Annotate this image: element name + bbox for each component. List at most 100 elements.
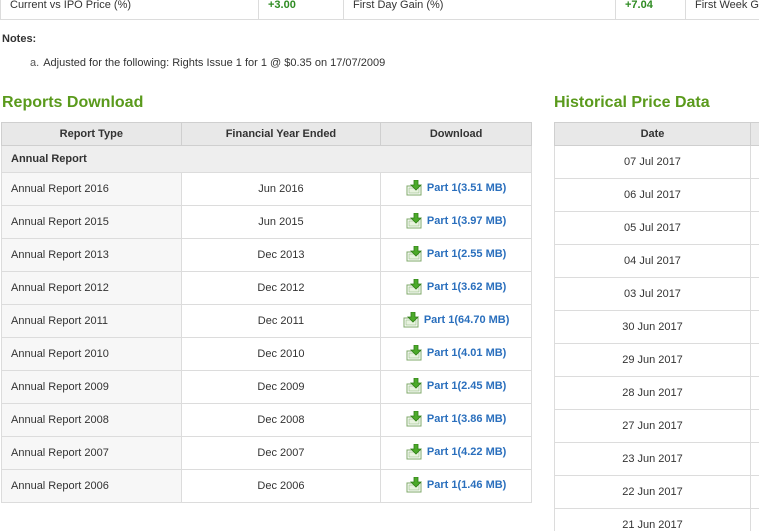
- download-cell: Part 1(3.97 MB): [380, 205, 532, 239]
- table-row: Annual Report 2006 Dec 2006 Part 1(1.46 MB…: [1, 469, 532, 503]
- table-row: 21 Jun 2017: [554, 508, 759, 531]
- download-arrow-icon: [406, 344, 422, 360]
- date-cell: 06 Jul 2017: [554, 178, 751, 212]
- date-cell: 30 Jun 2017: [554, 310, 751, 344]
- stats-strip: Current vs IPO Price (%) +3.00 First Day…: [0, 0, 759, 20]
- financial-year-cell: Dec 2011: [180, 304, 382, 338]
- report-type-cell: Annual Report 2016: [1, 172, 182, 206]
- financial-year-cell: Dec 2009: [180, 370, 382, 404]
- download-link[interactable]: Part 1(3.86 MB): [406, 410, 506, 427]
- next-col-cell: [750, 376, 759, 410]
- next-col-cell: [750, 178, 759, 212]
- header-date: Date: [554, 122, 751, 146]
- next-col-cell: [750, 277, 759, 311]
- historical-table: Date 07 Jul 2017 06 Jul 2017 05 Jul 2017 04…: [554, 122, 759, 531]
- historical-header-row: Date: [554, 122, 759, 146]
- table-row: Annual Report 2008 Dec 2008 Part 1(3.86 MB…: [1, 403, 532, 437]
- financial-year-cell: Dec 2010: [180, 337, 382, 371]
- note-marker: a.: [30, 57, 40, 69]
- header-next-col: [750, 122, 759, 146]
- financial-year-cell: Jun 2015: [180, 205, 382, 239]
- download-link-label: Part 1(2.45 MB): [426, 379, 507, 392]
- table-row: Annual Report 2013 Dec 2013 Part 1(2.55 MB…: [1, 238, 532, 272]
- financial-year-cell: Dec 2012: [180, 271, 382, 305]
- first-day-gain-label: First Day Gain (%): [343, 0, 615, 20]
- download-link[interactable]: Part 1(1.46 MB): [406, 476, 506, 493]
- group-row: Annual Report: [1, 145, 532, 173]
- header-financial-year: Financial Year Ended: [180, 122, 382, 146]
- report-type-cell: Annual Report 2008: [1, 403, 182, 437]
- date-cell: 23 Jun 2017: [554, 442, 751, 476]
- next-col-cell: [750, 211, 759, 245]
- download-arrow-icon: [406, 410, 422, 426]
- download-link[interactable]: Part 1(64.70 MB): [403, 311, 509, 328]
- report-type-cell: Annual Report 2006: [1, 469, 182, 503]
- financial-year-cell: Jun 2016: [180, 172, 382, 206]
- download-cell: Part 1(3.86 MB): [380, 403, 532, 437]
- first-day-gain-value: +7.04: [615, 0, 685, 20]
- download-link-label: Part 1(3.51 MB): [426, 181, 507, 194]
- table-row: 30 Jun 2017: [554, 310, 759, 344]
- download-link-label: Part 1(4.01 MB): [426, 346, 507, 359]
- date-cell: 29 Jun 2017: [554, 343, 751, 377]
- download-link[interactable]: Part 1(2.45 MB): [406, 377, 507, 394]
- table-row: Annual Report 2011 Dec 2011 Part 1(64.70 M…: [1, 304, 532, 338]
- next-col-cell: [750, 442, 759, 476]
- next-col-cell: [750, 409, 759, 443]
- download-arrow-icon: [406, 179, 422, 195]
- reports-download-title: Reports Download: [2, 94, 144, 111]
- table-row: 23 Jun 2017: [554, 442, 759, 476]
- download-link-label: Part 1(4.22 MB): [426, 445, 507, 458]
- download-cell: Part 1(64.70 MB): [380, 304, 532, 338]
- table-row: 06 Jul 2017: [554, 178, 759, 212]
- table-row: 28 Jun 2017: [554, 376, 759, 410]
- next-col-cell: [750, 310, 759, 344]
- download-arrow-icon: [406, 212, 422, 228]
- table-row: 27 Jun 2017: [554, 409, 759, 443]
- download-arrow-icon: [406, 278, 422, 294]
- table-row: 22 Jun 2017: [554, 475, 759, 509]
- download-link[interactable]: Part 1(4.22 MB): [406, 443, 507, 460]
- download-link[interactable]: Part 1(3.97 MB): [406, 212, 506, 229]
- first-week-gain-label: First Week G: [685, 0, 759, 20]
- table-row: Annual Report 2010 Dec 2010 Part 1(4.01 MB…: [1, 337, 532, 371]
- table-row: Annual Report 2015 Jun 2015 Part 1(3.97 MB…: [1, 205, 532, 239]
- header-report-type: Report Type: [1, 122, 182, 146]
- date-cell: 07 Jul 2017: [554, 145, 751, 179]
- date-cell: 05 Jul 2017: [554, 211, 751, 245]
- download-arrow-icon: [406, 443, 422, 459]
- group-label: Annual Report: [1, 145, 532, 173]
- report-type-cell: Annual Report 2013: [1, 238, 182, 272]
- download-arrow-icon: [403, 311, 419, 327]
- date-cell: 21 Jun 2017: [554, 508, 751, 531]
- download-arrow-icon: [406, 476, 422, 492]
- next-col-cell: [750, 145, 759, 179]
- download-cell: Part 1(2.55 MB): [380, 238, 532, 272]
- date-cell: 03 Jul 2017: [554, 277, 751, 311]
- table-row: Annual Report 2012 Dec 2012 Part 1(3.62 MB…: [1, 271, 532, 305]
- download-link[interactable]: Part 1(3.62 MB): [406, 278, 506, 295]
- table-row: 29 Jun 2017: [554, 343, 759, 377]
- download-cell: Part 1(3.62 MB): [380, 271, 532, 305]
- next-col-cell: [750, 475, 759, 509]
- report-type-cell: Annual Report 2009: [1, 370, 182, 404]
- date-cell: 28 Jun 2017: [554, 376, 751, 410]
- next-col-cell: [750, 508, 759, 531]
- current-vs-ipo-label: Current vs IPO Price (%): [0, 0, 258, 20]
- table-row: 04 Jul 2017: [554, 244, 759, 278]
- reports-table: Report Type Financial Year Ended Downloa…: [1, 122, 532, 503]
- table-row: 03 Jul 2017: [554, 277, 759, 311]
- financial-year-cell: Dec 2007: [180, 436, 382, 470]
- table-row: 07 Jul 2017: [554, 145, 759, 179]
- download-link[interactable]: Part 1(3.51 MB): [406, 179, 507, 196]
- financial-year-cell: Dec 2013: [180, 238, 382, 272]
- download-link[interactable]: Part 1(4.01 MB): [406, 344, 507, 361]
- note-item: a. Adjusted for the following: Rights Iss…: [30, 57, 385, 69]
- notes-title: Notes:: [2, 33, 37, 45]
- download-link[interactable]: Part 1(2.55 MB): [406, 245, 506, 262]
- download-cell: Part 1(1.46 MB): [380, 469, 532, 503]
- report-type-cell: Annual Report 2015: [1, 205, 182, 239]
- download-cell: Part 1(3.51 MB): [380, 172, 532, 206]
- date-cell: 27 Jun 2017: [554, 409, 751, 443]
- table-row: Annual Report 2009 Dec 2009 Part 1(2.45 MB…: [1, 370, 532, 404]
